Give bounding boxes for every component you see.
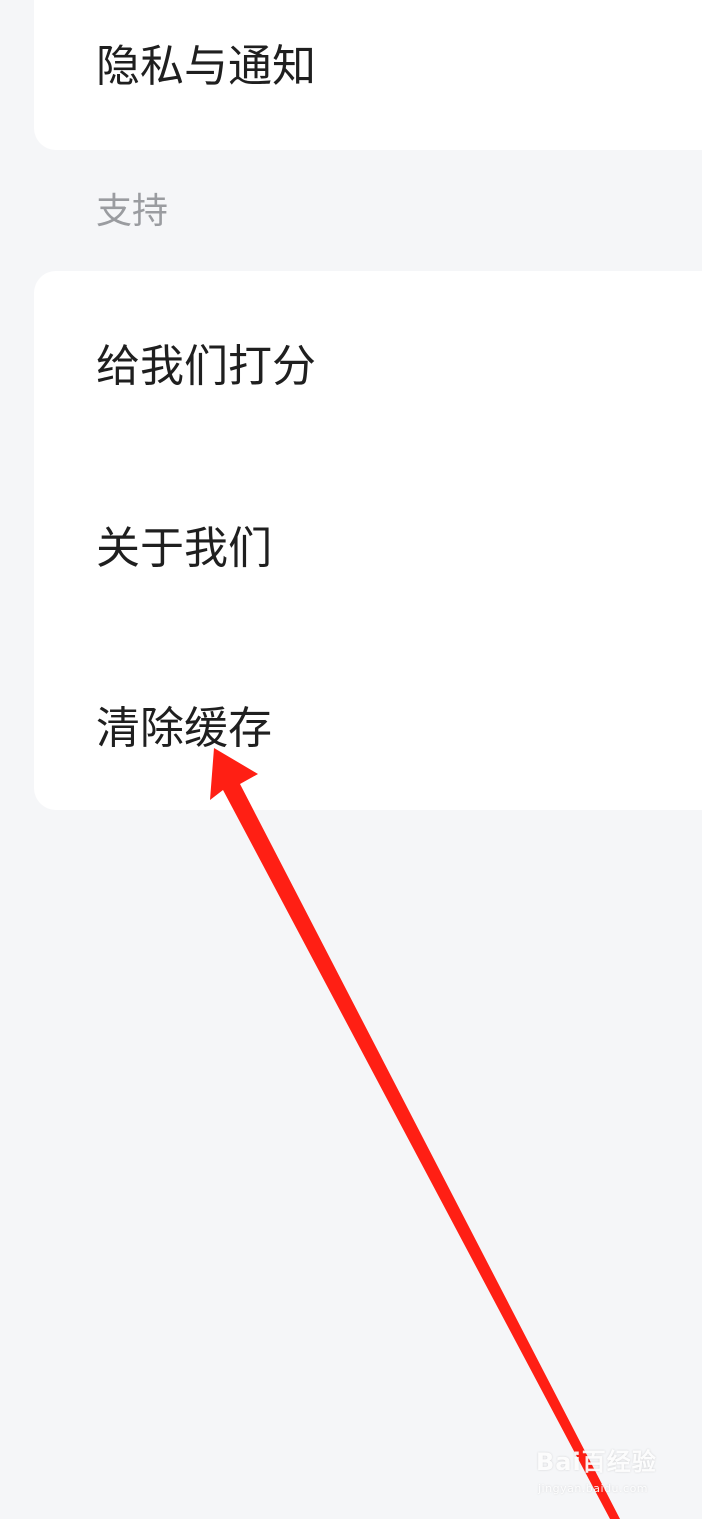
baidu-jingyan-watermark: Bai百经验 jingyan.baidu.com <box>536 1440 696 1504</box>
settings-card-top: 隐私与通知 <box>34 0 702 150</box>
rate-us-label: 给我们打分 <box>96 341 316 392</box>
about-us-item[interactable]: 关于我们 <box>96 494 702 594</box>
privacy-notification-label: 隐私与通知 <box>96 41 316 92</box>
clear-cache-item[interactable]: 清除缓存 <box>96 674 702 774</box>
watermark-url-text: jingyan.baidu.com <box>538 1482 649 1495</box>
watermark-main-text: Bai百经验 <box>536 1448 657 1476</box>
settings-card-support: 给我们打分 关于我们 清除缓存 <box>34 271 702 810</box>
clear-cache-label: 清除缓存 <box>96 703 272 754</box>
annotation-arrow-icon <box>210 748 620 1519</box>
privacy-notification-item[interactable]: 隐私与通知 <box>96 12 702 112</box>
about-us-label: 关于我们 <box>96 523 272 574</box>
section-title-support: 支持 <box>96 191 169 232</box>
rate-us-item[interactable]: 给我们打分 <box>96 312 702 412</box>
